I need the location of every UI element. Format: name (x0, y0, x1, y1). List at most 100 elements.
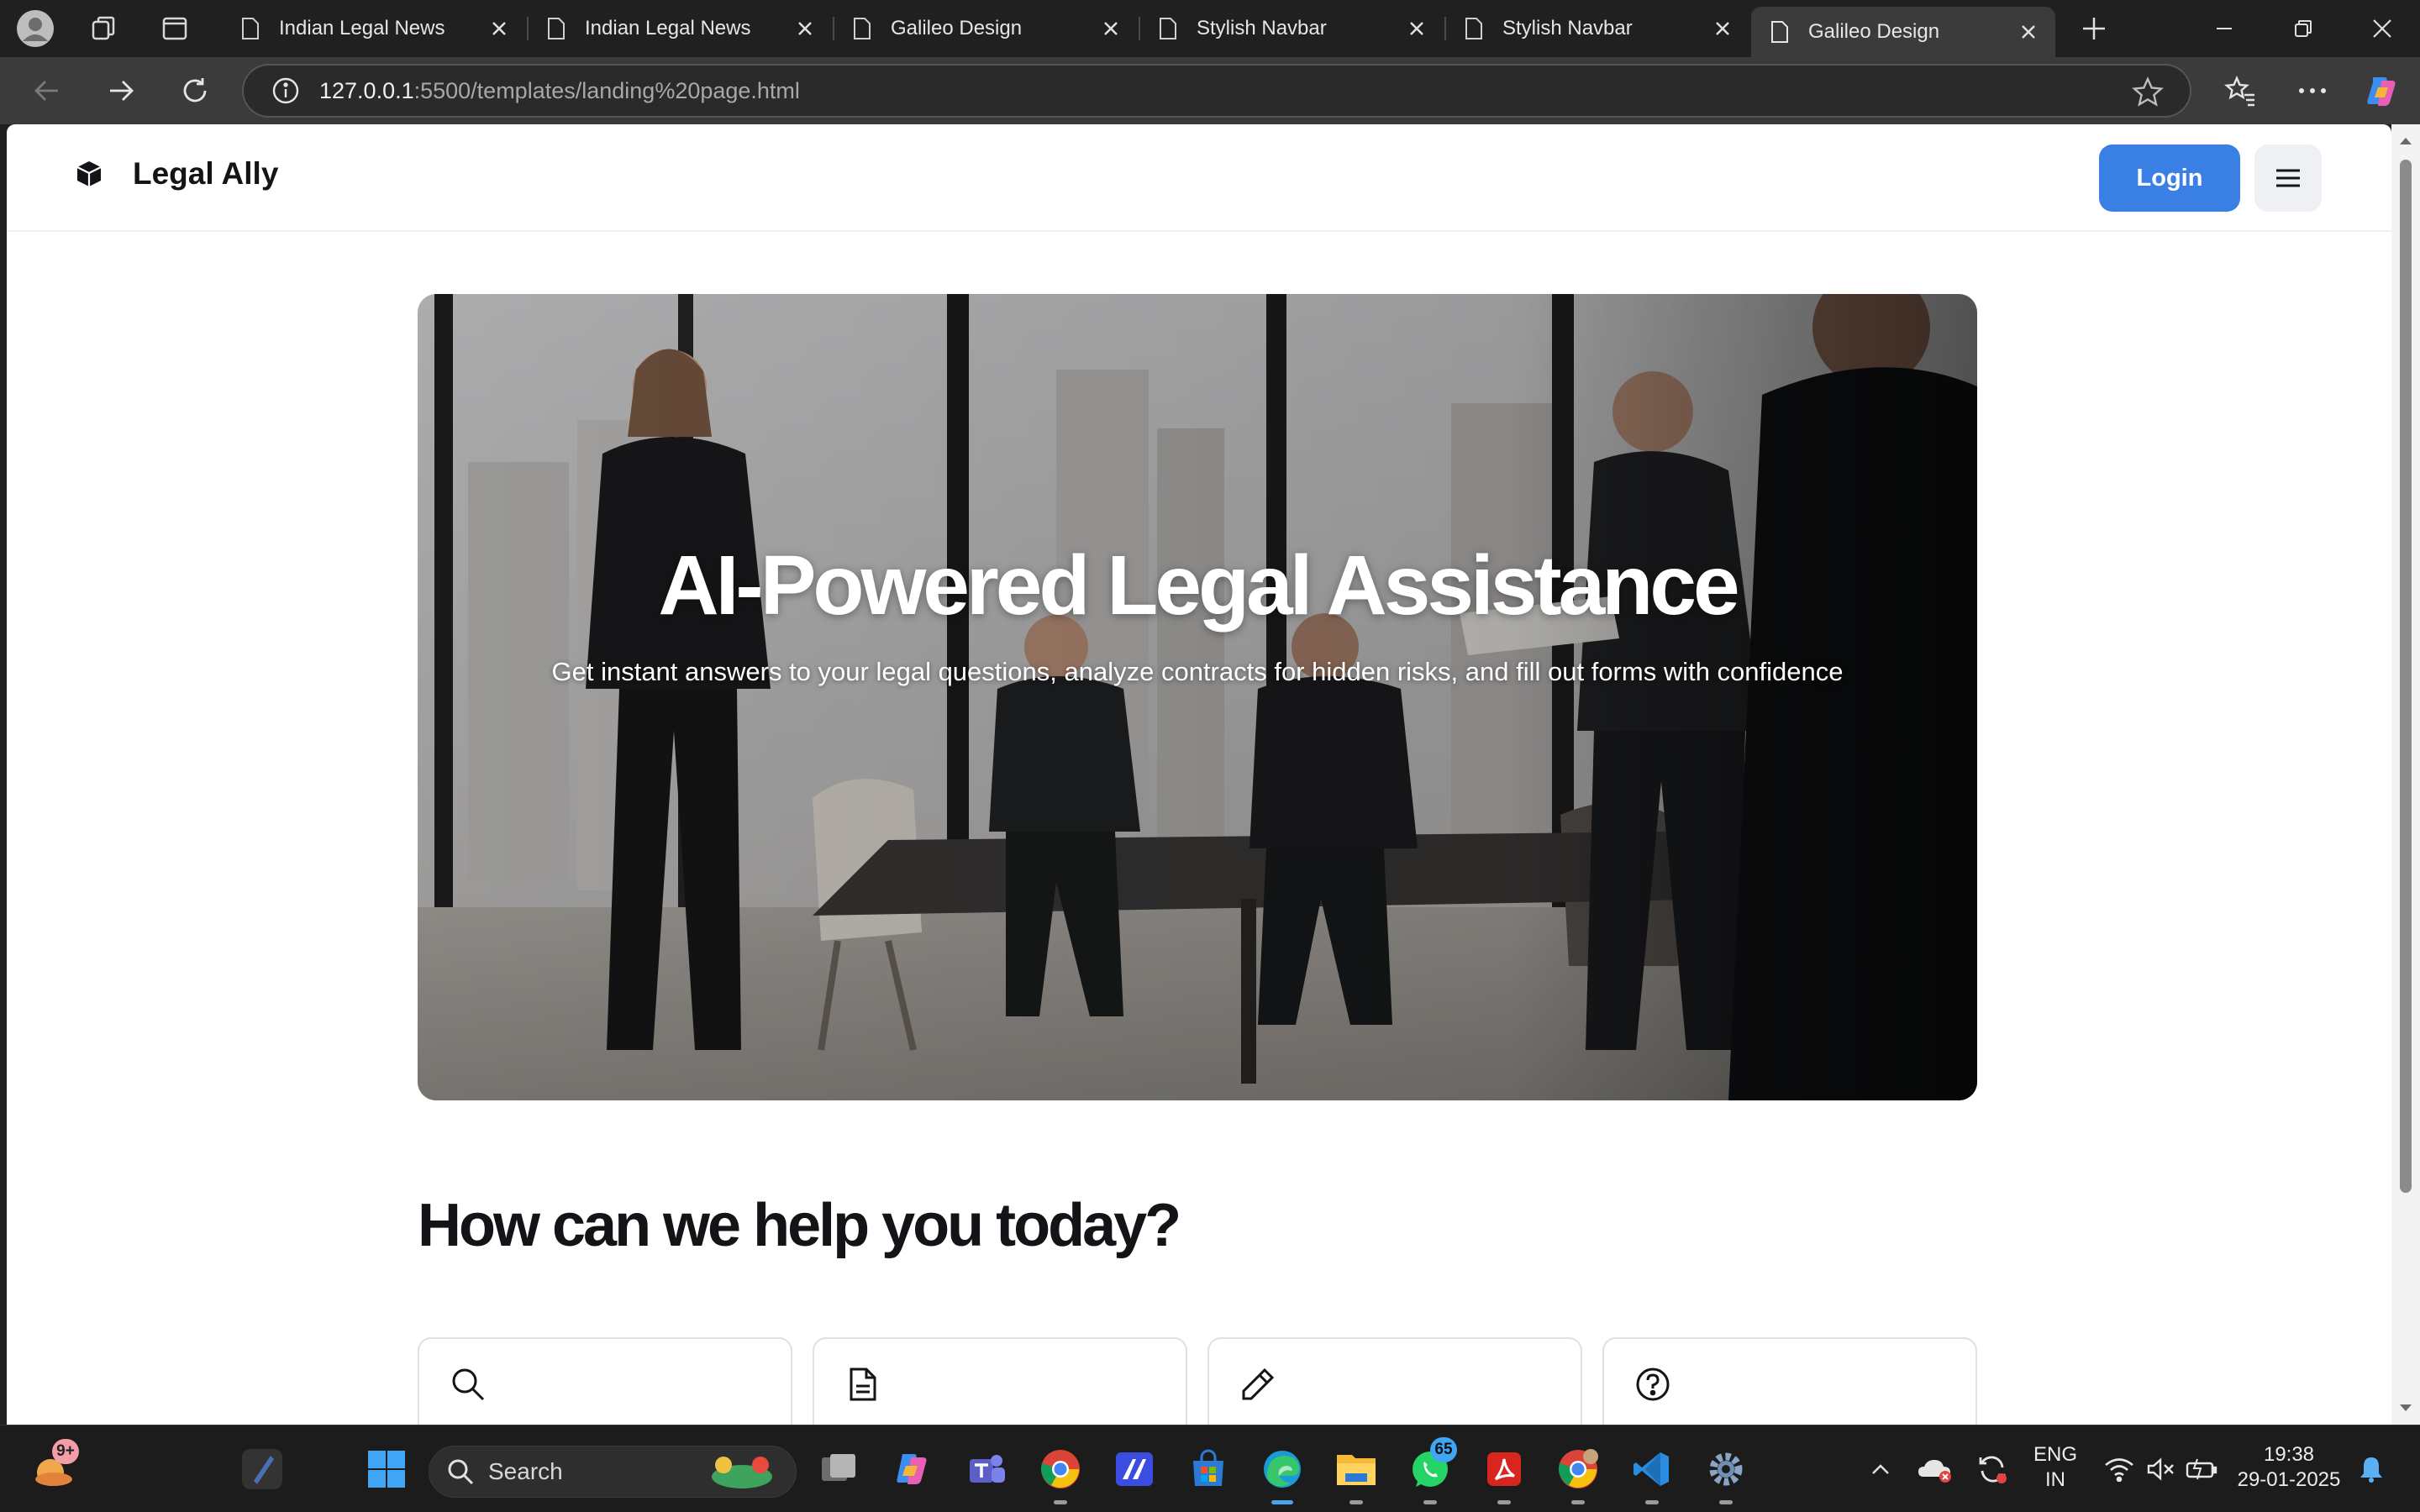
url-host: 127.0.0.1 (319, 77, 414, 103)
clock-date: 29-01-2025 (2237, 1468, 2341, 1491)
new-tab-icon[interactable] (2074, 8, 2114, 49)
scroll-up-arrow-icon[interactable] (2397, 133, 2414, 150)
close-window-icon[interactable] (2353, 7, 2412, 50)
profile-avatar-icon[interactable] (15, 8, 55, 49)
tab-title: Galileo Design (1808, 20, 1940, 43)
language-code: ENG (2033, 1443, 2077, 1466)
browser-tab[interactable]: Indian Legal News (527, 7, 832, 50)
weather-widget-icon[interactable]: 9+ (30, 1439, 79, 1493)
cube-logo-icon (76, 161, 102, 186)
taskbar-search-box[interactable]: Search (429, 1446, 797, 1498)
settings-gear-icon[interactable] (1702, 1446, 1749, 1504)
browser-tab[interactable]: Galileo Design (833, 7, 1138, 50)
document-icon (850, 1368, 876, 1401)
whatsapp-icon[interactable]: 65 (1407, 1437, 1457, 1504)
clock-time: 19:38 (2263, 1443, 2315, 1466)
browser-toolbar: 127.0.0.1 :5500/templates/landing%20page… (0, 57, 2420, 124)
show-hidden-icons-chevron-icon[interactable] (1864, 1446, 1897, 1493)
menu-button[interactable] (2254, 144, 2322, 212)
hamburger-menu-icon (2276, 169, 2300, 187)
page-icon (1156, 17, 1180, 40)
brand[interactable]: Legal Ally (74, 156, 278, 192)
site-header: Legal Ally Login (7, 124, 2391, 232)
microsoft-store-icon[interactable] (1185, 1446, 1232, 1493)
page-icon (544, 17, 568, 40)
close-tab-icon[interactable] (1402, 13, 1432, 44)
hero-subtitle: Get instant answers to your legal questi… (551, 657, 1844, 686)
page-icon (1462, 17, 1486, 40)
refresh-icon[interactable] (173, 69, 217, 113)
scrollbar-thumb[interactable] (2400, 160, 2412, 1193)
windows-start-icon[interactable] (363, 1446, 410, 1493)
page-icon (1768, 20, 1791, 44)
browser-tab-strip: Indian Legal News Indian Legal News Gali… (0, 0, 2420, 57)
ai-app-icon[interactable] (1111, 1446, 1158, 1493)
address-bar[interactable]: 127.0.0.1 :5500/templates/landing%20page… (242, 64, 2191, 118)
tab-title: Stylish Navbar (1197, 17, 1327, 39)
tab-title: Indian Legal News (585, 17, 751, 39)
section-heading: How can we help you today? (418, 1192, 1181, 1259)
weather-badge: 9+ (52, 1439, 79, 1464)
vertical-tabs-icon[interactable] (155, 8, 195, 49)
page-scrollbar[interactable] (2391, 124, 2420, 1425)
favorites-icon[interactable] (2218, 69, 2262, 113)
language-indicator[interactable]: ENG IN (2028, 1442, 2082, 1493)
scroll-down-arrow-icon[interactable] (2397, 1399, 2414, 1416)
page-icon (239, 17, 262, 40)
minimize-window-icon[interactable] (2195, 7, 2254, 50)
task-view-icon[interactable] (815, 1446, 862, 1493)
sync-icon[interactable] (1973, 1446, 2012, 1493)
close-tab-icon[interactable] (2013, 17, 2044, 47)
file-explorer-icon[interactable] (1333, 1446, 1380, 1504)
back-arrow-icon[interactable] (25, 69, 69, 113)
service-card-forms[interactable] (1207, 1337, 1582, 1425)
close-tab-icon[interactable] (1096, 13, 1126, 44)
browser-tab-active[interactable]: Galileo Design (1751, 7, 2055, 57)
teams-icon[interactable] (963, 1446, 1010, 1493)
notification-bell-icon[interactable] (2353, 1446, 2390, 1493)
hero-title: AI-Powered Legal Assistance (658, 538, 1739, 633)
battery-icon[interactable] (2183, 1446, 2220, 1493)
hero-banner: AI-Powered Legal Assistance Get instant … (418, 294, 1977, 1100)
pencil-icon (1242, 1368, 1275, 1400)
close-tab-icon[interactable] (790, 13, 820, 44)
service-card-search[interactable] (418, 1337, 792, 1425)
edge-browser-icon[interactable] (1259, 1446, 1306, 1504)
app-pen-icon[interactable] (239, 1446, 286, 1493)
url-path: :5500/templates/landing%20page.html (413, 77, 800, 103)
login-button[interactable]: Login (2099, 144, 2240, 212)
page-icon (850, 17, 874, 40)
close-tab-icon[interactable] (1707, 13, 1738, 44)
favorite-star-icon[interactable] (2131, 76, 2165, 109)
search-icon (448, 1459, 474, 1485)
web-page: Legal Ally Login AI-Powered Legal Assist… (7, 124, 2391, 1425)
question-icon (1636, 1368, 1670, 1401)
wifi-icon[interactable] (2101, 1446, 2138, 1493)
browser-tab[interactable]: Stylish Navbar (1139, 7, 1444, 50)
onedrive-icon[interactable] (1916, 1446, 1954, 1493)
search-icon (452, 1368, 485, 1401)
browser-tab[interactable]: Stylish Navbar (1444, 7, 1749, 50)
browser-tab[interactable]: Indian Legal News (222, 7, 526, 50)
restore-window-icon[interactable] (2274, 7, 2333, 50)
close-tab-icon[interactable] (484, 13, 514, 44)
service-card-help[interactable] (1602, 1337, 1977, 1425)
region-code: IN (2045, 1468, 2065, 1491)
volume-muted-icon[interactable] (2143, 1446, 2180, 1493)
vscode-icon[interactable] (1628, 1446, 1676, 1504)
more-options-icon[interactable] (2291, 69, 2334, 113)
copilot-app-icon[interactable] (889, 1446, 936, 1493)
office-meeting-photo (418, 294, 1977, 1100)
service-card-document[interactable] (813, 1337, 1187, 1425)
tab-title: Indian Legal News (279, 17, 445, 39)
acrobat-icon[interactable] (1481, 1446, 1528, 1504)
workspaces-icon[interactable] (84, 8, 124, 49)
chrome-profile-icon[interactable] (1555, 1446, 1602, 1504)
copilot-icon[interactable] (2360, 69, 2403, 113)
clock[interactable]: 19:38 29-01-2025 (2232, 1442, 2346, 1493)
tab-title: Stylish Navbar (1502, 17, 1633, 39)
site-info-icon[interactable] (269, 74, 302, 108)
forward-arrow-icon[interactable] (99, 69, 143, 113)
brand-name: Legal Ally (133, 156, 279, 191)
chrome-icon[interactable] (1037, 1446, 1084, 1504)
